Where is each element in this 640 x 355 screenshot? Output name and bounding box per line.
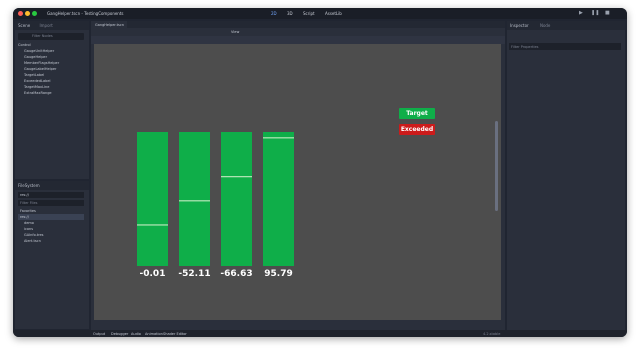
- title-bar: GangHelper.tscn - TestingComponents 2D 3…: [13, 8, 627, 19]
- inspector-dock: Inspector Node Filter Properties: [507, 21, 625, 330]
- gauge-value-label: -66.63: [220, 269, 252, 279]
- bottom-panel-bar: Output Debugger Audio Animation Shader E…: [13, 330, 627, 337]
- bottom-tab-shader-editor[interactable]: Shader Editor: [163, 332, 187, 336]
- tree-item[interactable]: TargetMaxLine: [24, 85, 49, 89]
- stop-icon[interactable]: ■: [605, 10, 610, 16]
- tree-item[interactable]: GaugeUnitHelper: [24, 49, 54, 53]
- tree-item[interactable]: GaugeHelper: [24, 55, 47, 59]
- gauge-bar: [221, 132, 252, 266]
- file-item[interactable]: icons: [24, 227, 33, 231]
- minimize-traffic-light[interactable]: [25, 11, 30, 16]
- file-item-selected[interactable]: res://: [18, 214, 84, 220]
- filesystem-header[interactable]: FileSystem: [15, 181, 89, 190]
- gauge-marker-line: [179, 200, 210, 202]
- bottom-tab-audio[interactable]: Audio: [131, 332, 141, 336]
- vertical-scrollbar[interactable]: [495, 121, 498, 211]
- bottom-tab-output[interactable]: Output: [93, 332, 105, 336]
- workspace-tab-script[interactable]: Script: [303, 11, 315, 16]
- gauge-value-label: -0.01: [140, 269, 166, 279]
- tree-item[interactable]: MemberFlagsHelper: [24, 61, 59, 65]
- scene-tabs: GangHelper.tscn: [91, 21, 505, 28]
- filesystem-dock: FileSystem res:// Filter Files Favorites…: [15, 181, 89, 329]
- editor-window: GangHelper.tscn - TestingComponents 2D 3…: [13, 8, 627, 337]
- tree-item[interactable]: ExceededLabel: [24, 79, 51, 83]
- gauge-marker-line: [137, 224, 168, 226]
- scene-tab[interactable]: GangHelper.tscn: [91, 21, 127, 28]
- tab-scene[interactable]: Scene: [18, 23, 30, 28]
- legend-target: Target: [399, 108, 435, 119]
- tab-node[interactable]: Node: [540, 23, 550, 28]
- gauge-value-label: -52.11: [178, 269, 210, 279]
- tree-item[interactable]: GaugeLabelHelper: [24, 67, 56, 71]
- view-menu[interactable]: View: [231, 30, 239, 34]
- file-item[interactable]: Favorites: [20, 209, 36, 213]
- legend-exceeded: Exceeded: [399, 124, 435, 135]
- zoom-traffic-light[interactable]: [32, 11, 37, 16]
- scene-filter-input[interactable]: Filter Nodes: [18, 33, 84, 40]
- file-item[interactable]: GAInfo.tres: [24, 233, 44, 237]
- gauge-chart: -0.01 -52.11 -66.63 95.79: [137, 132, 294, 279]
- tree-item[interactable]: TargetLabel: [24, 73, 44, 77]
- gauge-bar: [179, 132, 210, 266]
- bottom-tab-debugger[interactable]: Debugger: [111, 332, 128, 336]
- close-traffic-light[interactable]: [18, 11, 23, 16]
- tab-import[interactable]: Import: [39, 23, 52, 28]
- gauge-marker-line: [221, 176, 252, 178]
- file-item[interactable]: Alert.tscn: [24, 239, 41, 243]
- property-filter[interactable]: Filter Properties: [509, 43, 621, 50]
- tab-inspector[interactable]: Inspector: [510, 23, 529, 28]
- path-field[interactable]: res://: [18, 192, 84, 198]
- play-icon[interactable]: ▶: [579, 10, 583, 16]
- gauge-bar: [137, 132, 168, 266]
- workspace-tab-assetlib[interactable]: AssetLib: [325, 11, 342, 16]
- workspace-tab-2d[interactable]: 2D: [271, 11, 277, 16]
- file-item[interactable]: demo: [24, 221, 34, 225]
- window-title: GangHelper.tscn - TestingComponents: [47, 11, 124, 16]
- gauge-bar: [263, 132, 294, 266]
- gauge-marker-line: [263, 137, 294, 139]
- scene-dock-header: Scene Import: [15, 21, 89, 30]
- tree-item[interactable]: ExtraMaxRange: [24, 91, 52, 95]
- inspector-header: Inspector Node: [507, 21, 625, 30]
- viewport[interactable]: -0.01 -52.11 -66.63 95.79 Target Exceeded: [94, 44, 501, 320]
- ruler-top: [91, 36, 505, 44]
- workspace-tab-3d[interactable]: 3D: [287, 11, 293, 16]
- version-label: 4.2.stable: [483, 331, 501, 336]
- scene-dock: Scene Import Filter Nodes Control GaugeU…: [15, 21, 89, 179]
- pause-icon[interactable]: ❚❚: [591, 10, 599, 16]
- tree-item-root[interactable]: Control: [18, 43, 31, 47]
- editor-area: GangHelper.tscn View -0.01 -52.11 -66.63 95…: [91, 21, 505, 330]
- gauge-value-label: 95.79: [264, 269, 292, 279]
- file-filter-input[interactable]: Filter Files: [18, 200, 84, 206]
- bottom-tab-animation[interactable]: Animation: [145, 332, 163, 336]
- editor-toolbar: View: [91, 28, 505, 36]
